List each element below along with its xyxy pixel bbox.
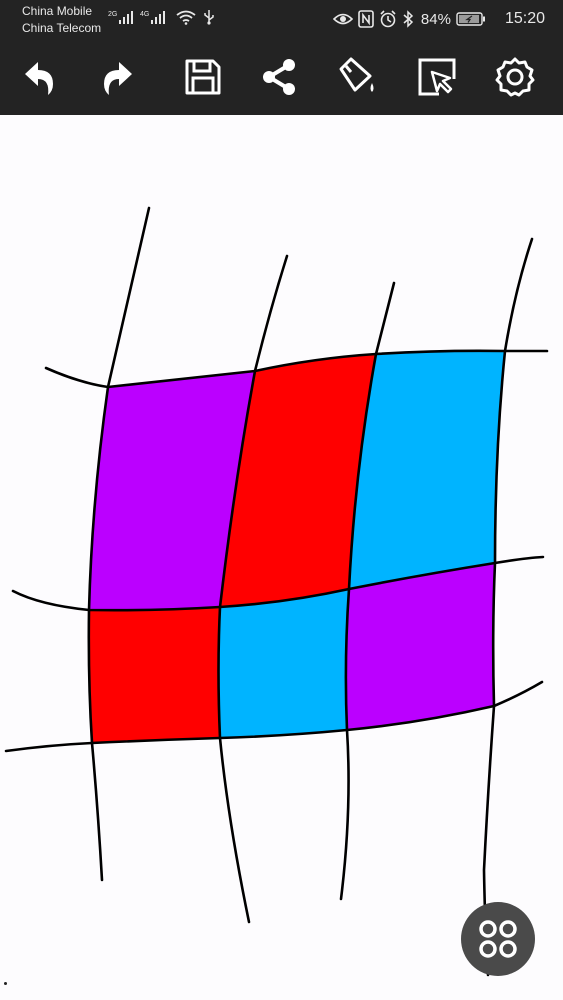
battery-percent: 84% (420, 10, 451, 28)
toolbar (0, 38, 563, 115)
fill-bucket-icon (339, 57, 374, 92)
redo-button[interactable] (96, 56, 138, 98)
usb-icon (204, 10, 214, 25)
undo-icon (25, 62, 53, 95)
network-2-label: 4G (140, 11, 149, 18)
settings-button[interactable] (494, 56, 536, 98)
select-button[interactable] (416, 56, 458, 98)
cell-purple-2 (345, 563, 495, 730)
save-button[interactable] (182, 56, 224, 98)
bluetooth-icon (403, 10, 414, 28)
undo-button[interactable] (19, 56, 61, 98)
share-button[interactable] (258, 56, 300, 98)
four-dots-menu-icon (479, 920, 517, 958)
battery-icon (456, 12, 485, 26)
nfc-icon (358, 10, 374, 28)
save-icon (185, 59, 221, 95)
cell-red-2 (88, 607, 220, 743)
cell-blue-2 (218, 589, 349, 738)
wifi-icon (176, 10, 196, 25)
stray-ink-dot (4, 982, 7, 985)
status-icons-right: 84% 15:20 (332, 8, 545, 30)
status-bar: China Mobile China Telecom 2G 4G 84% 15:… (0, 0, 563, 38)
signal-icon: 2G (108, 11, 133, 24)
redo-icon (104, 62, 132, 95)
eye-icon (332, 13, 353, 25)
carrier-1-label: China Mobile (22, 4, 93, 18)
alarm-icon (380, 10, 396, 28)
cell-blue-1 (349, 350, 505, 589)
carrier-2-label: China Telecom (22, 21, 102, 35)
network-1-label: 2G (108, 11, 117, 18)
fill-bucket-button[interactable] (335, 56, 377, 98)
menu-fab-button[interactable] (461, 902, 535, 976)
select-icon (418, 58, 456, 96)
clock-time: 15:20 (504, 10, 545, 27)
settings-icon (495, 57, 535, 97)
drawing-canvas[interactable] (0, 115, 563, 1000)
signal-icon: 4G (140, 11, 165, 24)
share-icon (263, 59, 295, 95)
